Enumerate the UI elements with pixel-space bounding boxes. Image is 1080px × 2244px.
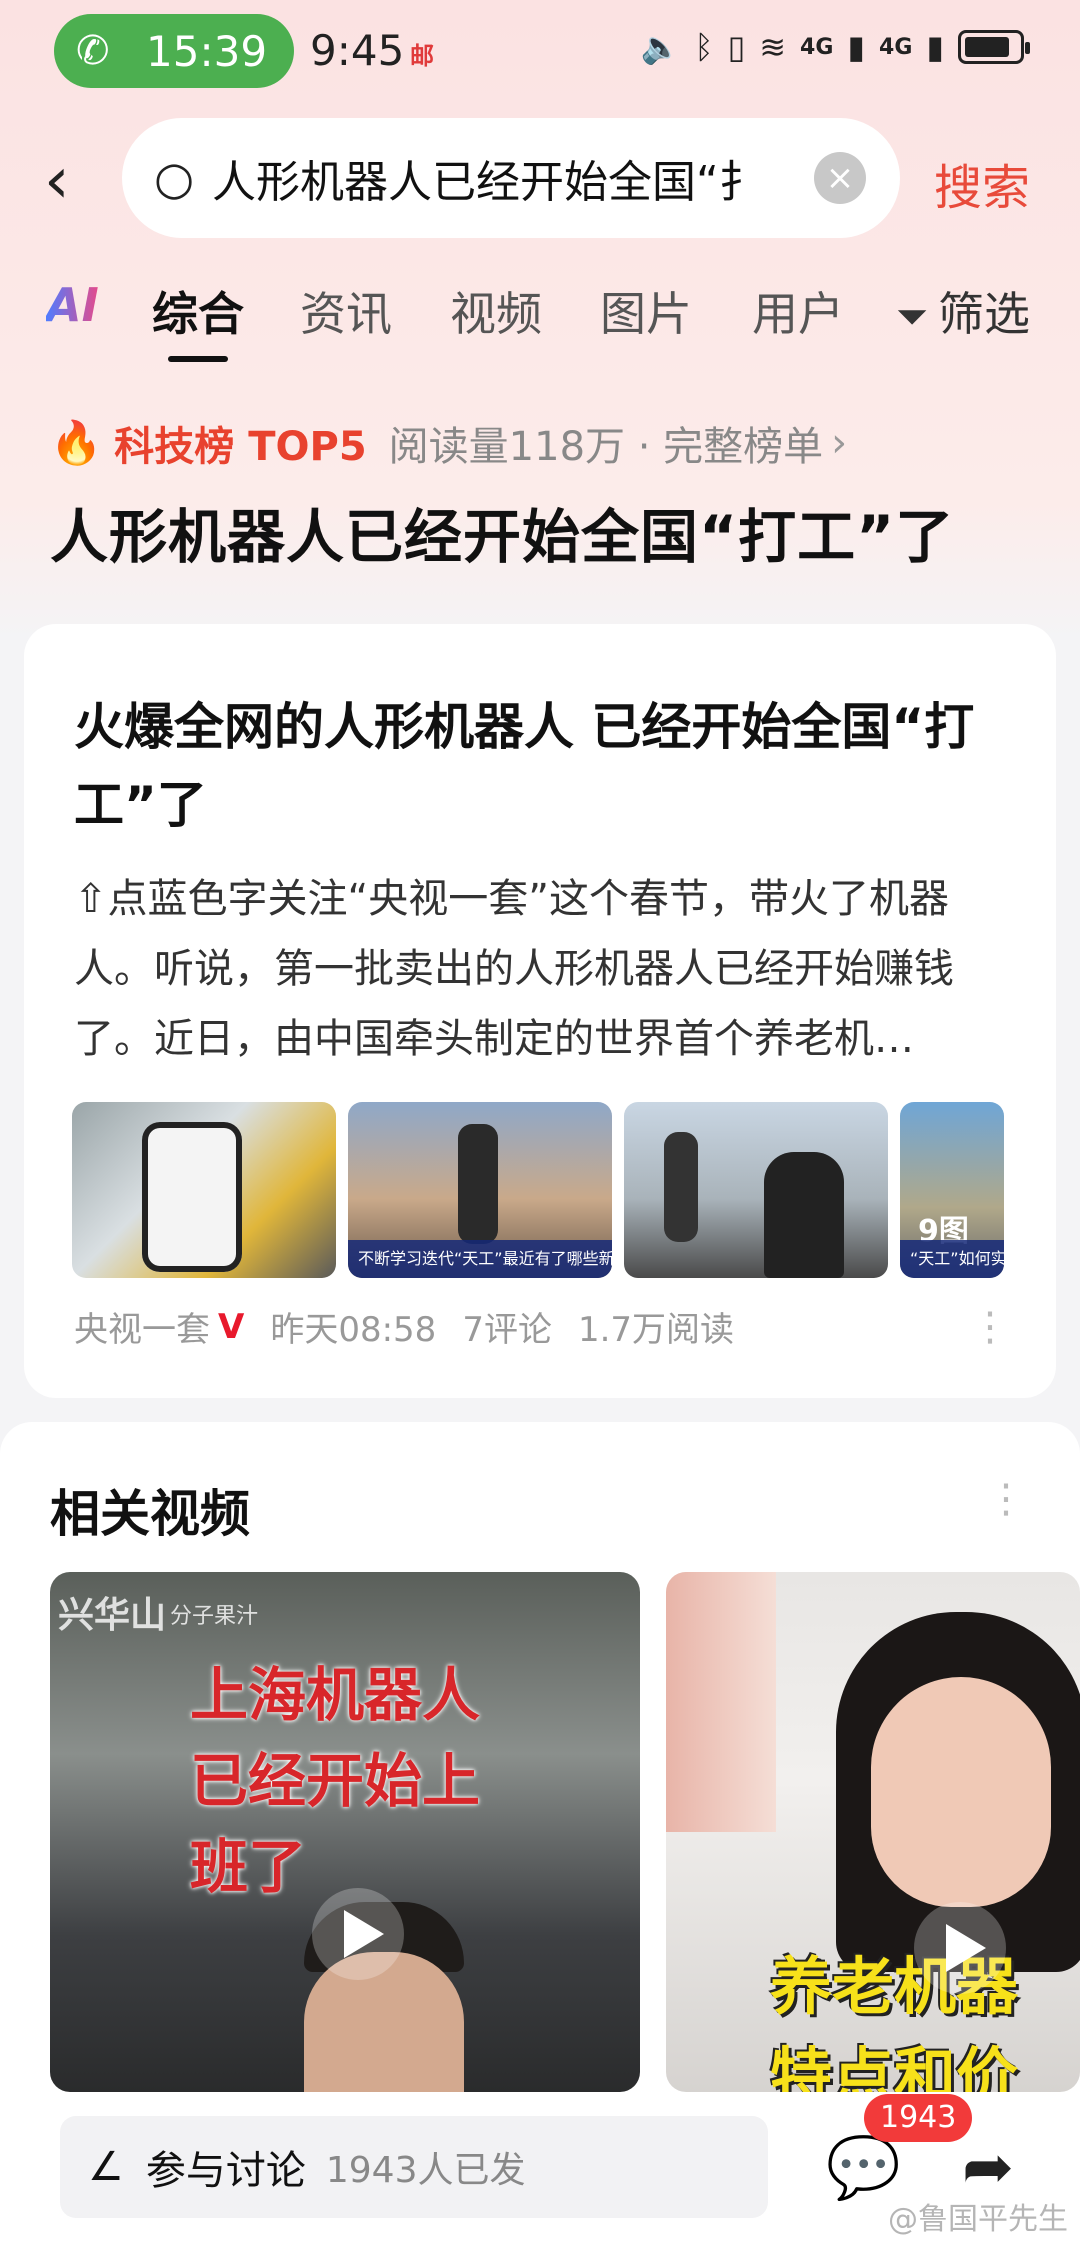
section-title: 相关视频: [50, 1485, 250, 1543]
tab-video[interactable]: 视频: [450, 278, 542, 344]
video-card[interactable]: 养老机器特点和价: [666, 1572, 1080, 2092]
robot-figure: [458, 1124, 498, 1244]
search-icon: ○: [154, 151, 195, 205]
article-image[interactable]: [624, 1102, 888, 1278]
back-arrow-icon[interactable]: ‹: [44, 144, 70, 218]
person-figure: [764, 1152, 844, 1278]
battery-icon: [958, 30, 1030, 64]
chevron-right-icon: ›: [831, 420, 848, 466]
tab-news[interactable]: 资讯: [300, 278, 392, 344]
comment-icon[interactable]: 💬: [826, 2132, 901, 2203]
search-button[interactable]: 搜索: [934, 148, 1030, 218]
active-tab-indicator: [168, 356, 228, 362]
presenter-face: [304, 1952, 464, 2092]
vibrate-icon: ▯: [727, 28, 746, 66]
rank-label: 科技榜 TOP5: [114, 424, 367, 470]
watermark: @鲁国平先生: [888, 2202, 1068, 2237]
pen-icon: ∠: [88, 2144, 124, 2190]
tab-comprehensive[interactable]: 综合: [152, 278, 244, 344]
filter-button[interactable]: ⏷ 筛选: [896, 278, 1030, 344]
more-vertical-icon[interactable]: ⋮: [986, 1476, 1026, 1522]
tab-bar: AI 综合 资讯 视频 图片 用户 ⏷ 筛选: [0, 278, 1080, 378]
video-brand-text: 兴华山: [58, 1595, 167, 1636]
video-overlay-text: 上海机器人已经开始上班了: [190, 1661, 481, 1901]
join-discussion-button[interactable]: ∠ 参与讨论 1943人已发: [60, 2116, 768, 2218]
call-duration: 15:39: [146, 26, 268, 76]
robot-figure: [142, 1122, 242, 1272]
rank-reads: 阅读量118万 · 完整榜单: [388, 424, 824, 470]
robot-figure: [664, 1132, 698, 1242]
search-box[interactable]: ○ ×: [122, 118, 900, 238]
image-caption: “天工”如何实现雪: [900, 1240, 1004, 1278]
filter-icon: ⏷: [896, 294, 928, 340]
play-icon[interactable]: [914, 1902, 1006, 1994]
article-reads: 1.7万阅读: [577, 1310, 735, 1350]
bluetooth-icon: ᛒ: [694, 28, 714, 66]
clock: 9:45: [310, 26, 405, 75]
wall-art: [666, 1572, 776, 1832]
status-icons: 🔈 ᛒ ▯ ≋ 4G ▮ 4G ▮: [640, 28, 1030, 66]
article-image[interactable]: 9图 “天工”如何实现雪: [900, 1102, 1004, 1278]
article-image[interactable]: 不断学习迭代“天工”最近有了哪些新: [348, 1102, 612, 1278]
article-meta: 央视一套 V 昨天08:58 7评论 1.7万阅读: [74, 1302, 734, 1351]
article-card[interactable]: 火爆全网的人形机器人 已经开始全国“打工”了 ⇧点蓝色字关注“央视一套”这个春节…: [24, 624, 1056, 1398]
article-title[interactable]: 火爆全网的人形机器人 已经开始全国“打工”了: [74, 688, 1014, 844]
hot-rank-banner[interactable]: 🔥 科技榜 TOP5 阅读量118万 · 完整榜单 ›: [50, 414, 847, 472]
ongoing-call-pill[interactable]: ✆ 15:39: [54, 14, 294, 88]
topic-title: 人形机器人已经开始全国“打工”了: [50, 503, 955, 571]
article-image[interactable]: [72, 1102, 336, 1278]
image-caption: 不断学习迭代“天工”最近有了哪些新: [348, 1240, 612, 1278]
fire-icon: 🔥: [50, 418, 103, 467]
phone-icon: ✆: [76, 28, 110, 74]
search-input[interactable]: [212, 152, 772, 204]
signal-bars-1-icon: ▮: [847, 28, 866, 66]
article-image-strip: 不断学习迭代“天工”最近有了哪些新 9图 “天工”如何实现雪: [72, 1102, 1032, 1278]
notification-badge: 邮: [410, 42, 434, 70]
search-row: ‹ ○ × 搜索: [0, 118, 1080, 242]
comment-count-badge: 1943: [864, 2094, 973, 2142]
tab-users[interactable]: 用户: [752, 278, 844, 344]
article-comments: 7评论: [462, 1310, 552, 1350]
bottom-bar: ∠ 参与讨论 1943人已发 💬 1943 ➦ @鲁国平先生: [0, 2094, 1080, 2244]
tab-images[interactable]: 图片: [600, 278, 692, 344]
more-vertical-icon[interactable]: ⋮: [970, 1304, 1010, 1350]
article-source[interactable]: 央视一套: [74, 1302, 210, 1351]
signal-1-icon: 4G: [800, 34, 834, 60]
share-icon[interactable]: ➦: [962, 2130, 1014, 2203]
filter-label: 筛选: [938, 287, 1030, 341]
verified-badge: V: [218, 1306, 245, 1347]
play-icon[interactable]: [312, 1888, 404, 1980]
tab-ai[interactable]: AI: [46, 278, 99, 332]
video-card[interactable]: 兴华山 分子果汁 上海机器人已经开始上班了: [50, 1572, 640, 2092]
clear-icon[interactable]: ×: [814, 152, 866, 204]
discuss-count: 1943人已发: [325, 2150, 526, 2191]
status-bar: ✆ 15:39 9:45 邮 🔈 ᛒ ▯ ≋ 4G ▮ 4G ▮: [0, 0, 1080, 100]
presenter-face: [871, 1677, 1051, 1907]
signal-2-icon: 4G: [879, 34, 913, 60]
article-snippet: ⇧点蓝色字关注“央视一套”这个春节，带火了机器人。听说，第一批卖出的人形机器人已…: [74, 876, 954, 1062]
wifi-icon: ≋: [759, 28, 787, 66]
signal-bars-2-icon: ▮: [926, 28, 944, 66]
video-brand-sub: 分子果汁: [170, 1604, 259, 1629]
article-time: 昨天08:58: [270, 1310, 437, 1350]
volume-icon: 🔈: [640, 28, 681, 66]
discuss-label: 参与讨论: [145, 2148, 306, 2194]
